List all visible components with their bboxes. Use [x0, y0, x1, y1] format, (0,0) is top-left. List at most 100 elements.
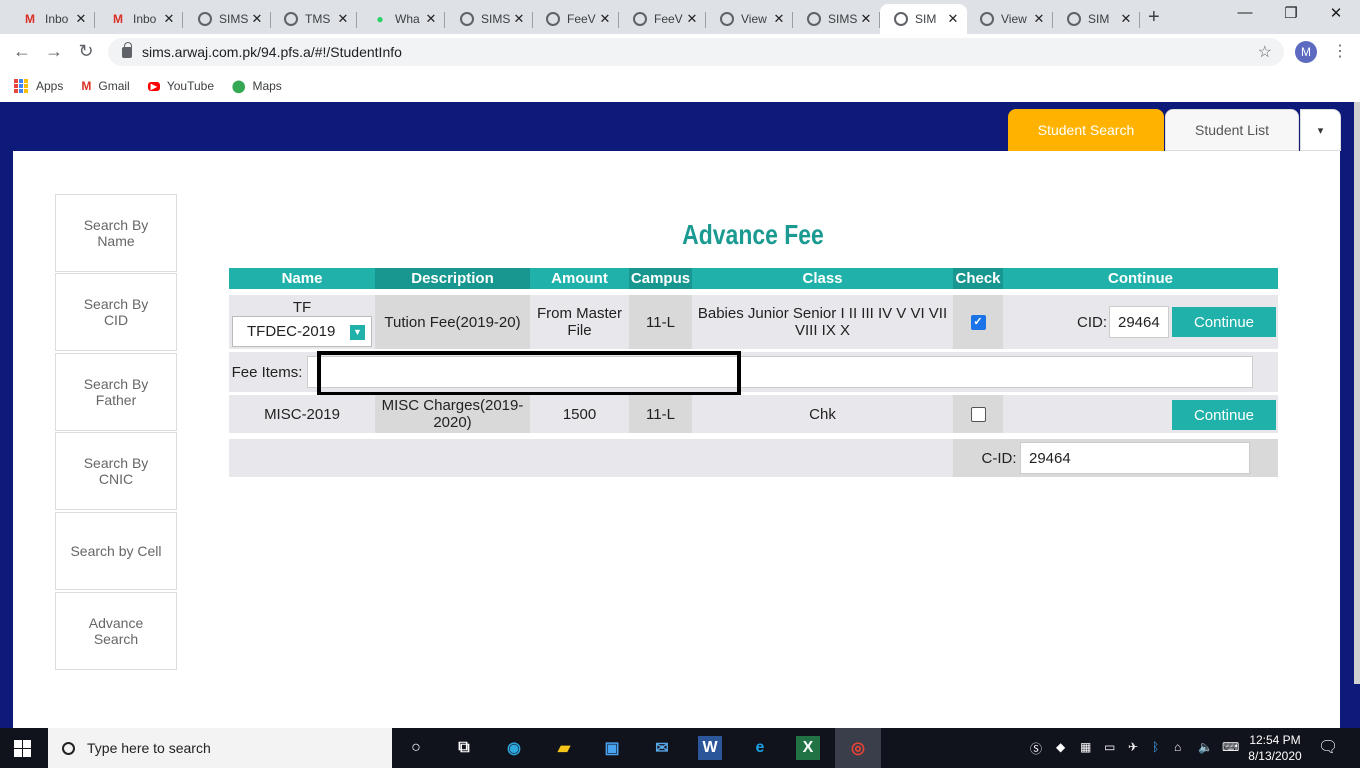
sidebar-item-search-by-cell[interactable]: Search by Cell: [55, 512, 177, 590]
table-row-1-name: TF TFDEC-2019 ▼: [229, 295, 375, 349]
table-row-1-class: Babies Junior Senior I II III IV V VI VI…: [692, 295, 953, 349]
table-row-2-check-cell: [953, 395, 1003, 433]
close-tab-icon[interactable]: ✕: [1031, 11, 1047, 27]
page-scrollbar[interactable]: [1354, 102, 1360, 684]
column-header-check: Check: [953, 268, 1003, 289]
close-window-icon[interactable]: ✕: [1313, 4, 1359, 22]
browser-tab[interactable]: ● Wha ✕: [358, 4, 445, 34]
bookmark-apps[interactable]: Apps: [14, 79, 63, 93]
mail-icon[interactable]: ✉: [650, 736, 674, 760]
windows-start-icon[interactable]: [14, 740, 31, 757]
table-row-1-check-cell: ✓: [953, 295, 1003, 349]
browser-tab[interactable]: FeeV ✕: [619, 4, 706, 34]
close-tab-icon[interactable]: ✕: [335, 11, 351, 27]
excel-icon[interactable]: X: [796, 736, 820, 760]
search-icon: [62, 741, 75, 755]
menu-kebab-icon[interactable]: ⋮: [1332, 41, 1348, 61]
sidebar-item-search-by-name[interactable]: Search By Name: [55, 194, 177, 272]
lock-icon: [122, 41, 132, 58]
row-1-checkbox[interactable]: ✓: [970, 314, 986, 330]
browser-tab[interactable]: SIM ✕: [1053, 4, 1140, 34]
browser-tab[interactable]: M Inbo ✕: [96, 4, 183, 34]
close-tab-icon[interactable]: ✕: [249, 11, 265, 27]
row-2-checkbox[interactable]: [970, 406, 986, 422]
chrome-icon[interactable]: ◎: [846, 736, 870, 760]
browser-tab[interactable]: TMS ✕: [270, 4, 357, 34]
bookmark-star-icon[interactable]: ☆: [1258, 42, 1272, 62]
globe-icon: [980, 12, 994, 26]
close-tab-icon[interactable]: ✕: [161, 11, 177, 27]
continue-button-1[interactable]: Continue: [1172, 307, 1276, 337]
wifi-off-icon[interactable]: ✈: [1128, 740, 1138, 754]
tray-icon[interactable]: ◆: [1056, 740, 1065, 754]
skype-tray-icon[interactable]: Ⓢ: [1030, 740, 1042, 757]
tab-student-list[interactable]: Student List: [1165, 109, 1299, 151]
bookmark-maps[interactable]: ⬤ Maps: [232, 79, 282, 93]
sidebar-item-advance-search[interactable]: Advance Search: [55, 592, 177, 670]
close-tab-icon[interactable]: ✕: [73, 11, 89, 27]
close-tab-icon[interactable]: ✕: [597, 11, 613, 27]
close-tab-icon[interactable]: ✕: [858, 11, 874, 27]
globe-icon: [807, 12, 821, 26]
close-tab-icon[interactable]: ✕: [771, 11, 787, 27]
internet-explorer-icon[interactable]: e: [748, 736, 772, 760]
browser-tab[interactable]: M Inbo ✕: [8, 4, 95, 34]
table-row-2-campus: 11-L: [629, 395, 692, 433]
reload-icon[interactable]: ↻: [75, 41, 97, 62]
file-explorer-icon[interactable]: ▰: [552, 736, 576, 760]
tab-separator: [94, 12, 95, 28]
display-tray-icon[interactable]: ▭: [1104, 740, 1115, 754]
back-icon[interactable]: ←: [11, 41, 33, 62]
close-tab-icon[interactable]: ✕: [1118, 11, 1134, 27]
tab-separator: [182, 12, 183, 28]
close-tab-icon[interactable]: ✕: [423, 11, 439, 27]
profile-avatar[interactable]: M: [1295, 41, 1317, 63]
globe-icon: [894, 12, 908, 26]
notifications-icon[interactable]: 🗨: [1318, 737, 1338, 757]
fee-month-select[interactable]: TFDEC-2019 ▼: [232, 316, 372, 347]
bookmark-youtube[interactable]: ▶ YouTube: [147, 79, 214, 93]
close-tab-icon[interactable]: ✕: [511, 11, 527, 27]
ethernet-icon[interactable]: ⌂: [1174, 740, 1181, 754]
column-header-amount: Amount: [530, 268, 629, 289]
minimize-icon[interactable]: —: [1222, 4, 1268, 21]
taskbar-search-box[interactable]: Type here to search: [48, 728, 392, 768]
browser-tab-title: Wha: [395, 12, 420, 26]
edge-icon[interactable]: ◉: [502, 736, 526, 760]
browser-tab[interactable]: SIM ✕: [880, 4, 967, 34]
volume-icon[interactable]: 🔈: [1198, 740, 1213, 754]
forward-icon[interactable]: →: [43, 41, 65, 62]
name-prefix: TF: [292, 299, 312, 316]
bookmark-gmail[interactable]: M Gmail: [81, 79, 129, 93]
continue-button-2[interactable]: Continue: [1172, 400, 1276, 430]
word-icon[interactable]: W: [698, 736, 722, 760]
network-tray-icon[interactable]: ▦: [1080, 740, 1091, 754]
new-tab-icon[interactable]: +: [1148, 6, 1160, 29]
browser-tab[interactable]: View ✕: [706, 4, 793, 34]
taskbar-clock[interactable]: 12:54 PM 8/13/2020: [1240, 732, 1310, 764]
sidebar-item-search-by-cnic[interactable]: Search By CNIC: [55, 432, 177, 510]
tab-student-search[interactable]: Student Search: [1008, 109, 1164, 151]
browser-tab[interactable]: FeeV ✕: [532, 4, 619, 34]
cid-input[interactable]: 29464: [1109, 306, 1169, 338]
address-bar[interactable]: sims.arwaj.com.pk/94.pfs.a/#!/StudentInf…: [108, 38, 1284, 66]
sidebar-item-search-by-father[interactable]: Search By Father: [55, 353, 177, 431]
cortana-icon[interactable]: ○: [404, 736, 428, 760]
task-view-icon[interactable]: ⧉: [452, 736, 476, 760]
browser-tab[interactable]: SIMS ✕: [184, 4, 271, 34]
globe-icon: [284, 12, 298, 26]
browser-tab[interactable]: SIMS ✕: [446, 4, 533, 34]
store-icon[interactable]: ▣: [600, 736, 624, 760]
close-tab-icon[interactable]: ✕: [945, 11, 961, 27]
table-row-2-class: Chk: [692, 395, 953, 433]
nav-dropdown-caret-icon[interactable]: ▾: [1300, 109, 1341, 151]
sidebar-item-search-by-cid[interactable]: Search By CID: [55, 273, 177, 351]
maximize-icon[interactable]: ❐: [1268, 4, 1314, 22]
footer-cid-input[interactable]: 29464: [1020, 442, 1250, 474]
browser-tab[interactable]: View ✕: [966, 4, 1053, 34]
bluetooth-icon[interactable]: ᛒ: [1152, 740, 1159, 754]
close-tab-icon[interactable]: ✕: [684, 11, 700, 27]
browser-tab[interactable]: SIMS ✕: [793, 4, 880, 34]
keyboard-icon[interactable]: ⌨: [1222, 740, 1239, 754]
browser-tab-title: FeeV: [567, 12, 596, 26]
